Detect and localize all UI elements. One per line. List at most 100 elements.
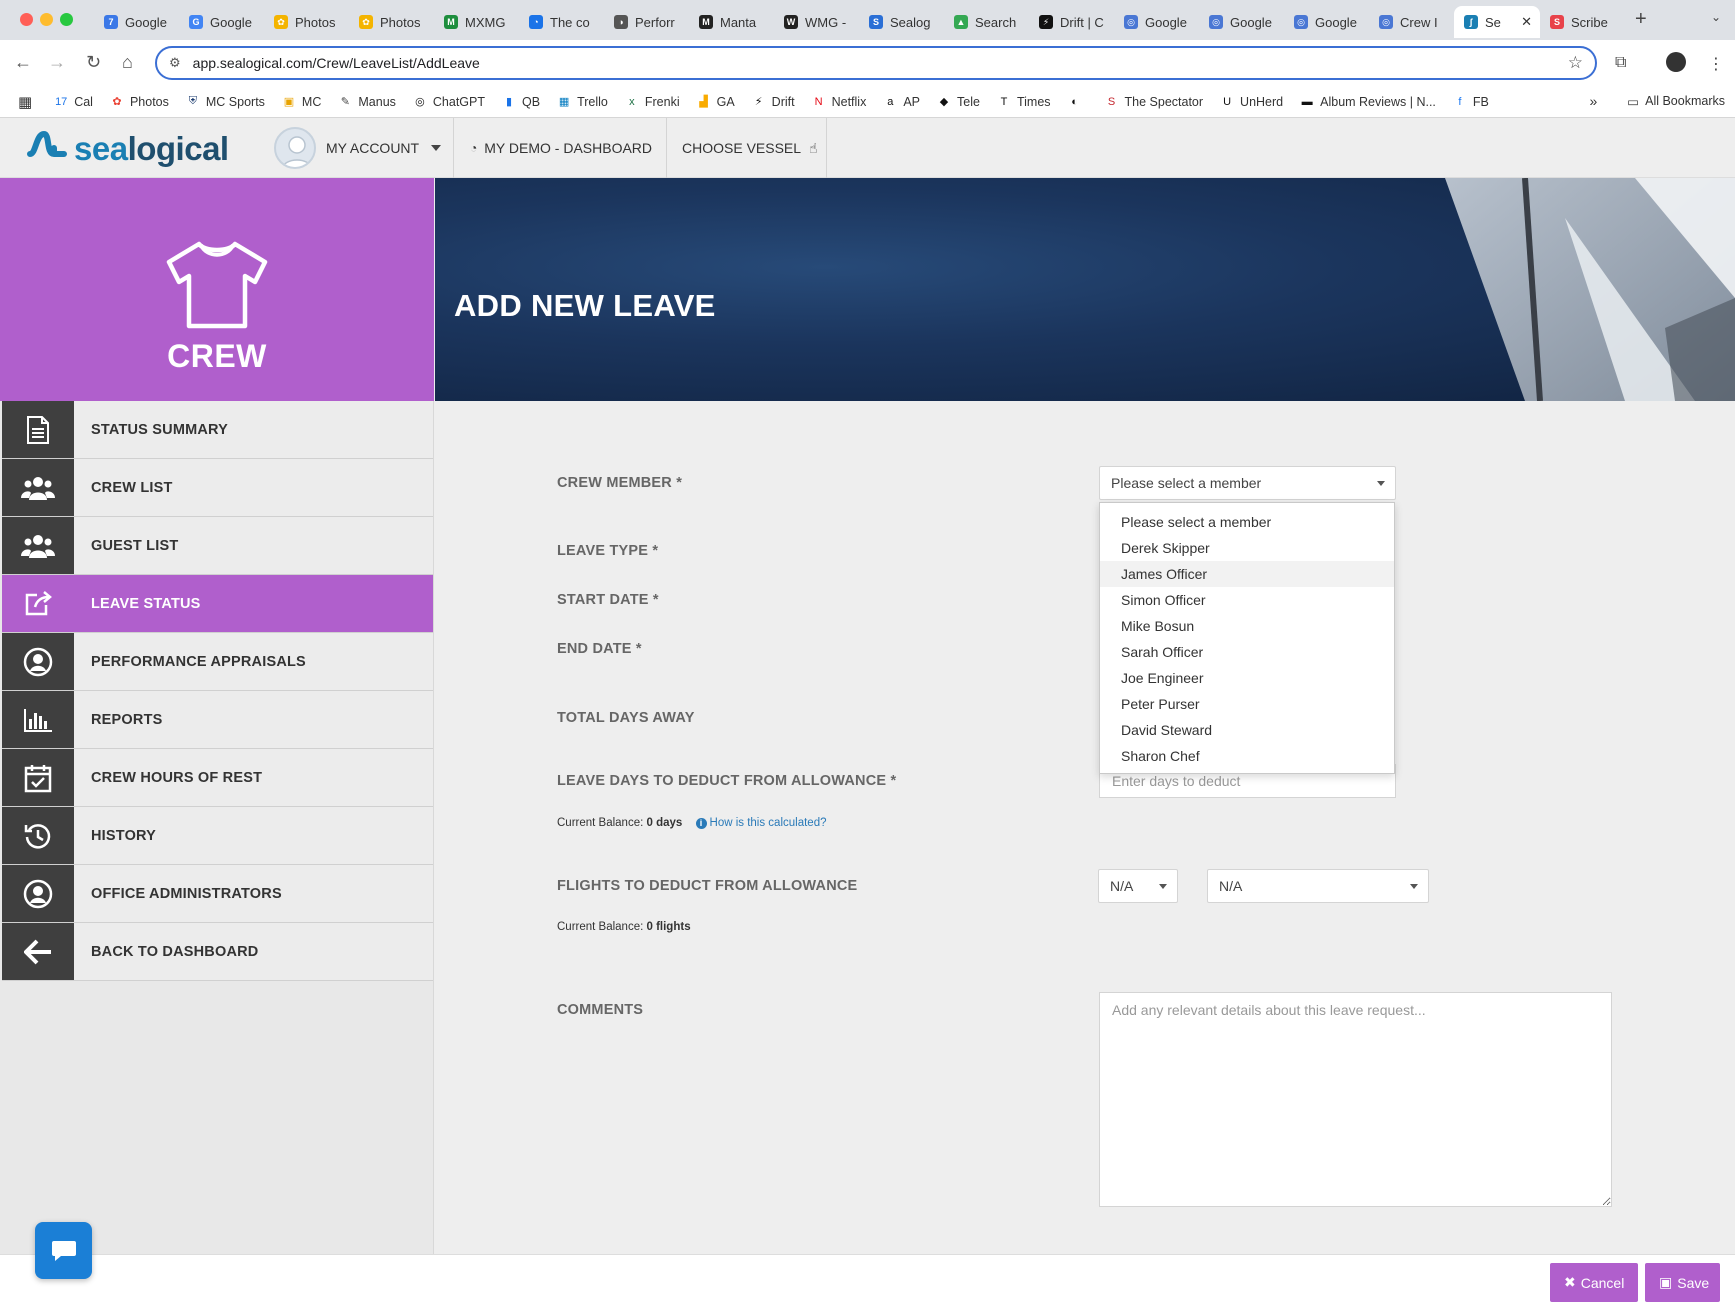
forward-button[interactable]: →	[48, 52, 66, 73]
bookmarks-overflow-icon[interactable]: »	[1590, 93, 1598, 109]
bookmark-star-icon[interactable]: ☆	[1568, 53, 1583, 73]
my-account-menu[interactable]: MY ACCOUNT	[272, 118, 454, 178]
sidebar-item-status-summary[interactable]: STATUS SUMMARY	[2, 401, 433, 459]
crew-member-select-value: Please select a member	[1111, 475, 1262, 491]
dropdown-option[interactable]: David Steward	[1100, 717, 1394, 743]
bookmark-item[interactable]: N Netflix	[812, 95, 867, 109]
document-icon	[2, 401, 74, 458]
dropdown-option[interactable]: Joe Engineer	[1100, 665, 1394, 691]
flights-select-b[interactable]: N/A	[1207, 869, 1429, 903]
sealogical-logo[interactable]: sealogical	[26, 128, 229, 169]
reload-button[interactable]: ↻	[86, 52, 101, 73]
apps-grid-icon[interactable]: ▦	[18, 93, 32, 111]
bookmark-item[interactable]: ◐	[1068, 95, 1088, 109]
bookmark-item[interactable]: T Times	[997, 95, 1051, 109]
dropdown-option[interactable]: Please select a member	[1100, 509, 1394, 535]
cancel-label: Cancel	[1580, 1274, 1625, 1291]
browser-tab[interactable]: S Scribe	[1540, 6, 1625, 38]
browser-tab[interactable]: ◎ Crew I	[1369, 6, 1454, 38]
home-button[interactable]: ⌂	[122, 52, 133, 73]
bookmark-item[interactable]: ✿ Photos	[110, 95, 169, 109]
bookmark-item[interactable]: ▮ QB	[502, 95, 540, 109]
dropdown-option[interactable]: Sharon Chef	[1100, 743, 1394, 769]
bookmark-item[interactable]: ⛨ MC Sports	[186, 95, 265, 109]
bookmark-item[interactable]: ▬ Album Reviews | N...	[1300, 95, 1436, 109]
extensions-icon[interactable]: ⧉	[1615, 54, 1626, 72]
comments-textarea[interactable]	[1099, 992, 1612, 1207]
browser-tab[interactable]: ✿ Photos	[349, 6, 434, 38]
bookmark-item[interactable]: ⚡ Drift	[752, 95, 795, 109]
browser-tab[interactable]: G Google	[179, 6, 264, 38]
dropdown-option[interactable]: Simon Officer	[1100, 587, 1394, 613]
browser-tab[interactable]: ◑ Perforr	[604, 6, 689, 38]
how-calculated-text: How is this calculated?	[709, 817, 827, 829]
browser-tab[interactable]: ʃ Se ✕	[1454, 6, 1540, 38]
bookmark-item[interactable]: f FB	[1453, 95, 1489, 109]
browser-tab[interactable]: S Sealog	[859, 6, 944, 38]
demo-dashboard-link[interactable]: ◔ MY DEMO - DASHBOARD	[454, 118, 667, 178]
browser-menu-icon[interactable]: ⋮	[1708, 54, 1724, 74]
sidebar-item-leave-status[interactable]: LEAVE STATUS	[2, 575, 433, 633]
browser-tab[interactable]: W WMG -	[774, 6, 859, 38]
site-info-icon[interactable]: ⚙	[169, 55, 181, 71]
app-header: sealogical MY ACCOUNT ◔ MY DEMO - DASHBO…	[0, 118, 1735, 178]
bookmark-item[interactable]: ✎ Manus	[338, 95, 396, 109]
sidebar-item-label: PERFORMANCE APPRAISALS	[91, 653, 306, 670]
back-button[interactable]: ←	[14, 52, 32, 73]
bookmark-item[interactable]: ▣ MC	[282, 95, 322, 109]
browser-tab[interactable]: ◎ Google	[1199, 6, 1284, 38]
profile-avatar[interactable]	[1666, 52, 1686, 72]
bookmark-item[interactable]: S The Spectator	[1105, 95, 1203, 109]
maximize-window-button[interactable]	[60, 13, 73, 26]
crew-member-select[interactable]: Please select a member	[1099, 466, 1396, 500]
sidebar-item-crew-hours-of-rest[interactable]: CREW HOURS OF REST	[2, 749, 433, 807]
sidebar-item-reports[interactable]: REPORTS	[2, 691, 433, 749]
sidebar-item-label: REPORTS	[91, 711, 163, 728]
dropdown-option[interactable]: Peter Purser	[1100, 691, 1394, 717]
sidebar-item-back-to-dashboard[interactable]: BACK TO DASHBOARD	[2, 923, 433, 981]
close-window-button[interactable]	[20, 13, 33, 26]
browser-tab[interactable]: ✿ Photos	[264, 6, 349, 38]
sidebar-item-guest-list[interactable]: GUEST LIST	[2, 517, 433, 575]
dropdown-option[interactable]: James Officer	[1100, 561, 1394, 587]
browser-tab[interactable]: 7 Google	[94, 6, 179, 38]
how-calculated-link[interactable]: i How is this calculated?	[695, 817, 827, 829]
minimize-window-button[interactable]	[40, 13, 53, 26]
close-tab-icon[interactable]: ✕	[1521, 14, 1532, 30]
bookmark-item[interactable]: ◎ ChatGPT	[413, 95, 485, 109]
bookmark-item[interactable]: x Frenki	[625, 95, 679, 109]
dropdown-option[interactable]: Derek Skipper	[1100, 535, 1394, 561]
bookmark-item[interactable]: ▦ Trello	[557, 95, 608, 109]
browser-tab[interactable]: ▲ Search	[944, 6, 1029, 38]
flights-select-a[interactable]: N/A	[1098, 869, 1178, 903]
browser-tab[interactable]: ◔ The co	[519, 6, 604, 38]
browser-tab[interactable]: M Manta	[689, 6, 774, 38]
browser-tab[interactable]: ◎ Google	[1284, 6, 1369, 38]
chatgpt-icon: ◎	[415, 96, 425, 108]
calendar-check-icon	[2, 749, 74, 806]
new-tab-button[interactable]: +	[1635, 4, 1647, 38]
dropdown-option[interactable]: Mike Bosun	[1100, 613, 1394, 639]
all-bookmarks-link[interactable]: All Bookmarks	[1645, 94, 1725, 108]
bookmark-item[interactable]: ◆ Tele	[937, 95, 980, 109]
bookmark-item[interactable]: U UnHerd	[1220, 95, 1283, 109]
save-button[interactable]: ▣ Save	[1645, 1263, 1720, 1302]
browser-tab[interactable]: M MXMG	[434, 6, 519, 38]
calendar-icon: 17	[55, 95, 68, 108]
bookmark-item[interactable]: a AP	[883, 95, 920, 109]
browser-tab[interactable]: ◎ Google	[1114, 6, 1199, 38]
dropdown-option[interactable]: Sarah Officer	[1100, 639, 1394, 665]
tab-search-icon[interactable]: ⌄	[1711, 10, 1721, 24]
browser-tab[interactable]: ⚡ Drift | C	[1029, 6, 1114, 38]
sidebar-item-performance-appraisals[interactable]: PERFORMANCE APPRAISALS	[2, 633, 433, 691]
tab-title: Se	[1485, 14, 1501, 30]
sidebar-item-history[interactable]: HISTORY	[2, 807, 433, 865]
cancel-button[interactable]: ✖ Cancel	[1550, 1263, 1638, 1302]
address-bar[interactable]: ⚙ app.sealogical.com/Crew/LeaveList/AddL…	[155, 46, 1597, 80]
chat-launcher-button[interactable]	[35, 1222, 92, 1279]
choose-vessel-link[interactable]: CHOOSE VESSEL ☝	[667, 118, 827, 178]
sidebar-item-office-administrators[interactable]: OFFICE ADMINISTRATORS	[2, 865, 433, 923]
bookmark-item[interactable]: ▟ GA	[697, 95, 734, 109]
sidebar-item-crew-list[interactable]: CREW LIST	[2, 459, 433, 517]
bookmark-item[interactable]: 17 Cal	[54, 95, 93, 109]
